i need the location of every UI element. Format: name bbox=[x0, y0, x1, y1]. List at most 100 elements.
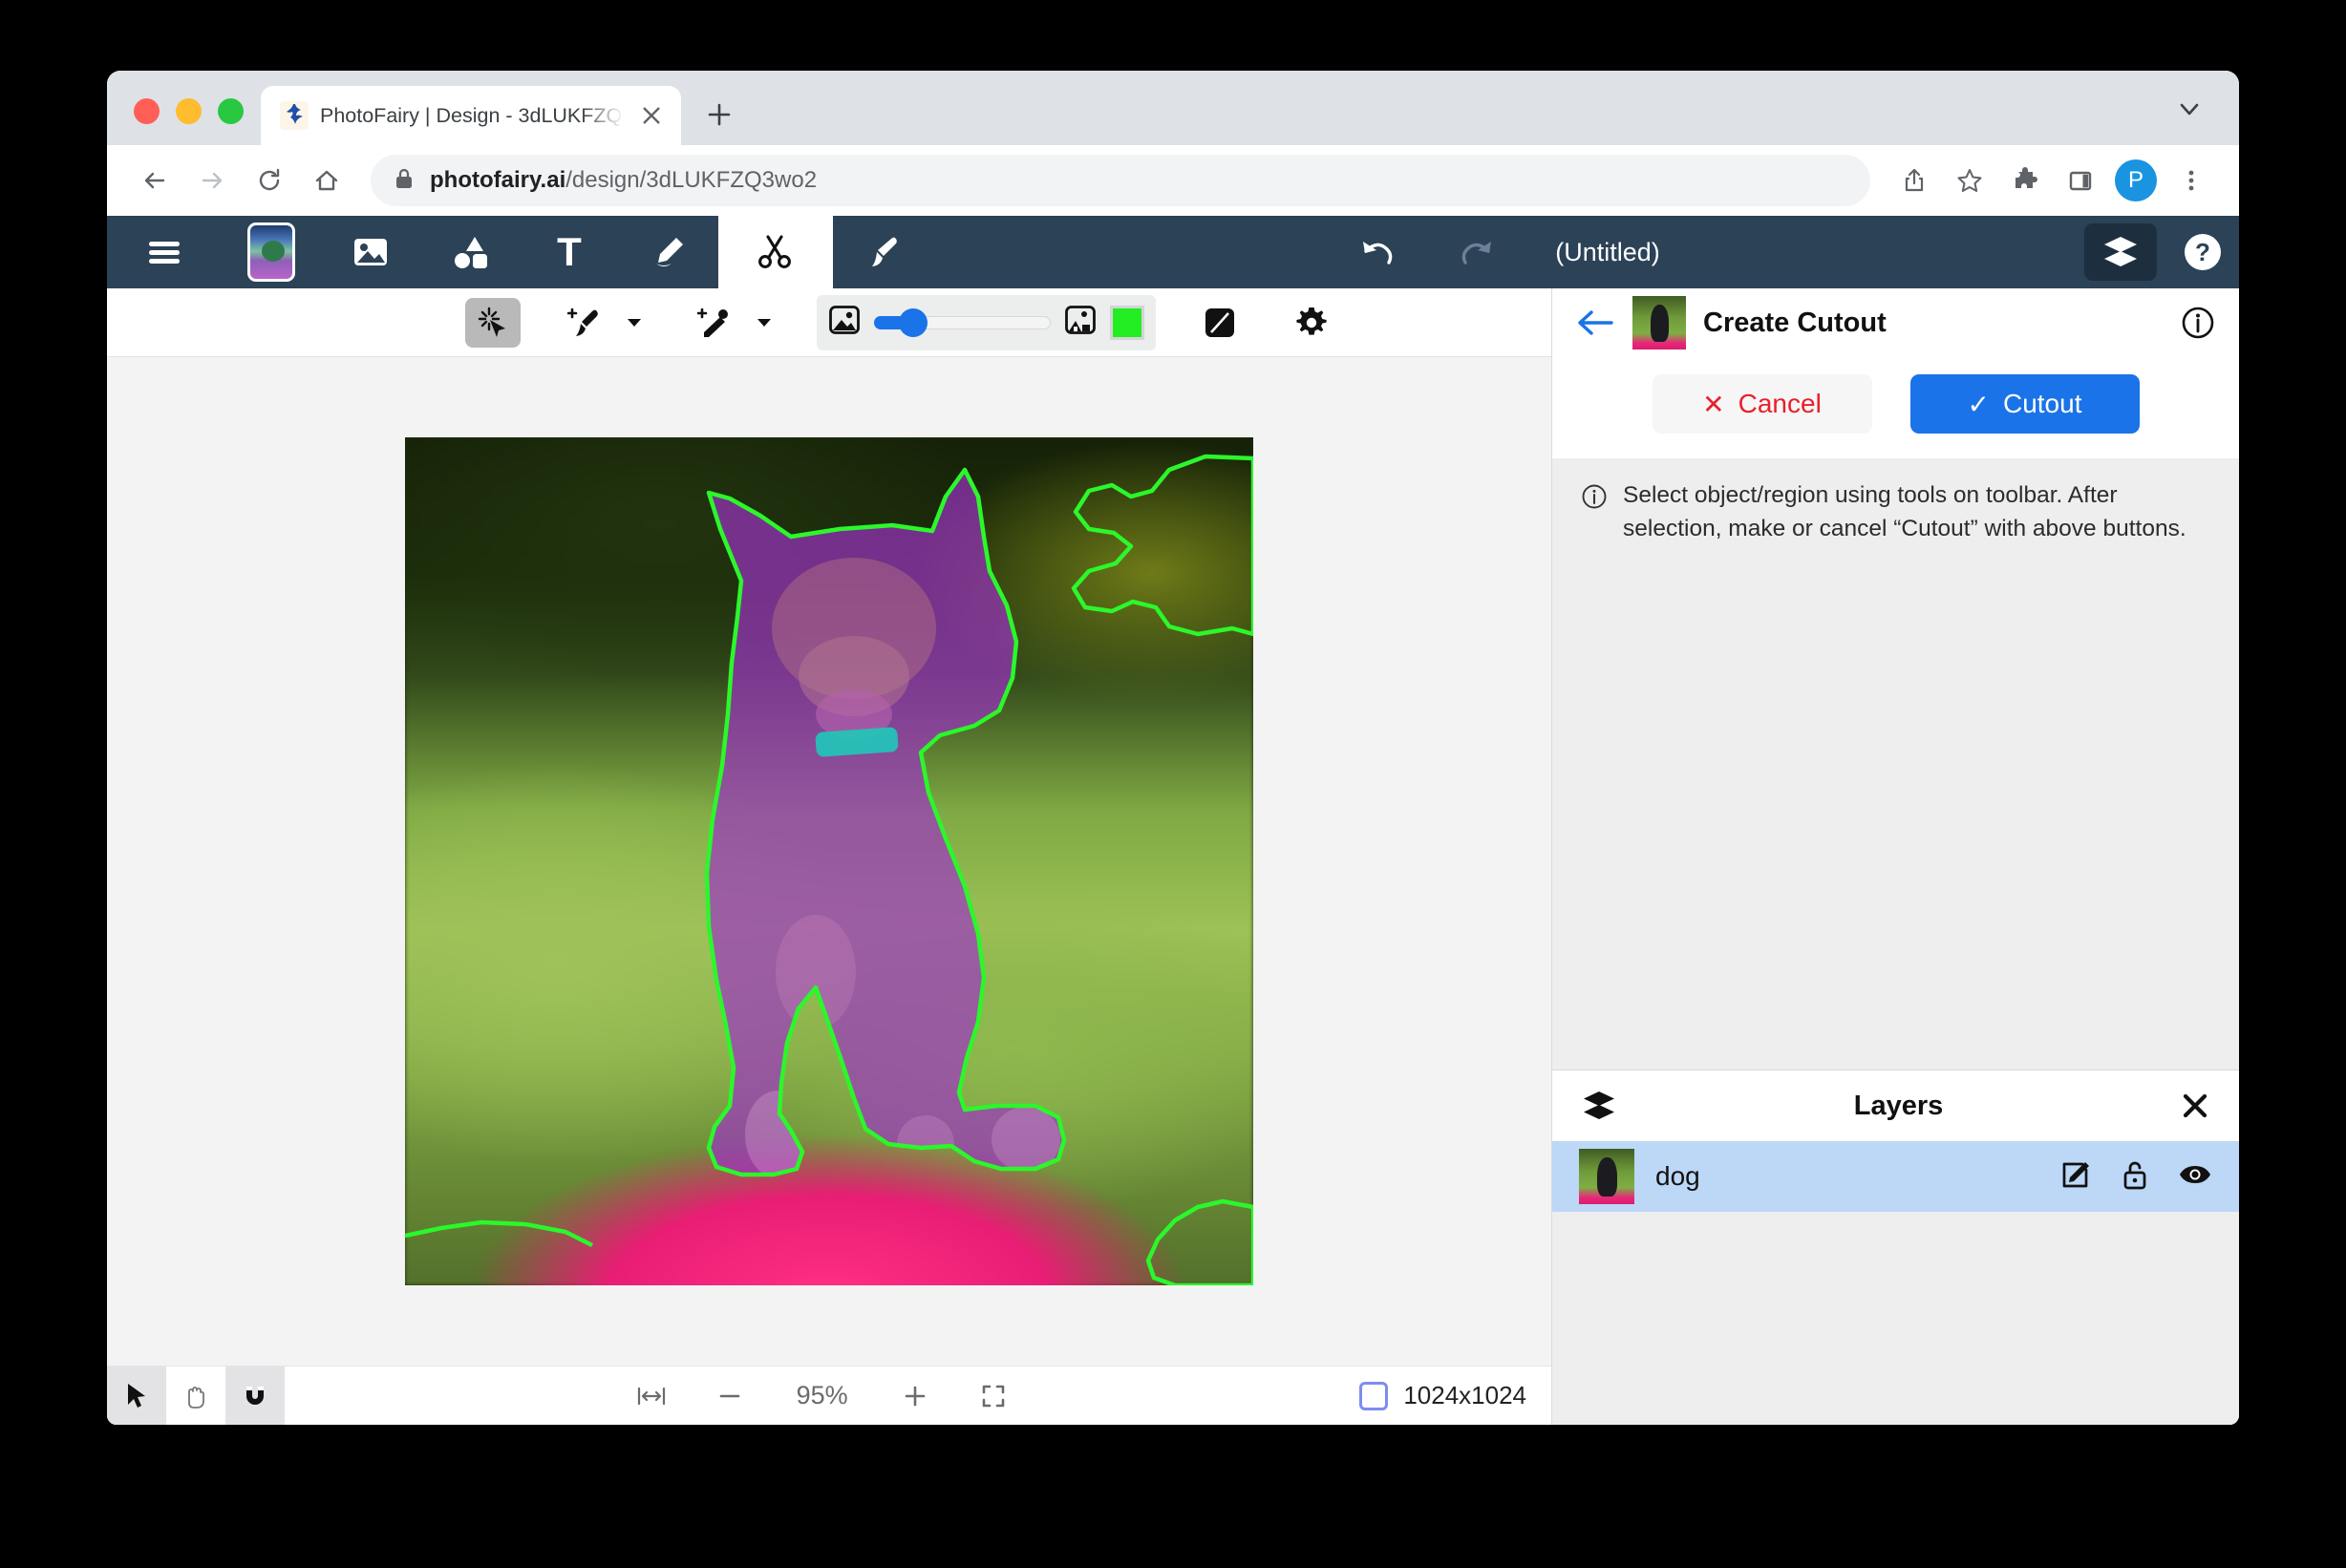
close-tab-button[interactable] bbox=[635, 99, 668, 132]
shapes-icon[interactable] bbox=[420, 216, 520, 288]
panel-hint: Select object/region using tools on tool… bbox=[1552, 458, 2239, 546]
info-circle-icon[interactable] bbox=[2180, 305, 2216, 341]
undo-icon[interactable] bbox=[1328, 216, 1427, 288]
url-path: /design/3dLUKFZQ3wo2 bbox=[565, 167, 818, 193]
browser-tab[interactable]: PhotoFairy | Design - 3dLUKFZQ3wo2 bbox=[261, 86, 681, 145]
maximize-window-button[interactable] bbox=[218, 98, 244, 124]
layers-title: Layers bbox=[1853, 1090, 1944, 1121]
chevron-down-icon-2[interactable] bbox=[748, 298, 780, 348]
add-brush-icon[interactable] bbox=[557, 298, 612, 348]
svg-text:?: ? bbox=[2195, 238, 2210, 266]
photofairy-logo-icon bbox=[280, 101, 309, 130]
fullscreen-icon[interactable] bbox=[964, 1367, 1023, 1426]
puzzle-icon[interactable] bbox=[1998, 154, 2052, 207]
back-arrow-icon[interactable] bbox=[1575, 307, 1615, 338]
slider-thumb[interactable] bbox=[898, 307, 928, 337]
gear-icon[interactable] bbox=[1284, 298, 1339, 348]
share-icon[interactable] bbox=[1887, 154, 1941, 207]
avatar[interactable]: P bbox=[2115, 159, 2157, 201]
kebab-menu-icon[interactable] bbox=[2165, 154, 2218, 207]
home-button[interactable] bbox=[300, 154, 353, 207]
edit-pencil-icon[interactable] bbox=[2059, 1158, 2092, 1196]
cutout-label: Cutout bbox=[2002, 389, 2082, 418]
layers-stack-icon[interactable] bbox=[2084, 223, 2157, 281]
hamburger-menu-icon[interactable] bbox=[107, 216, 222, 288]
zoom-level[interactable]: 95% bbox=[778, 1381, 866, 1410]
image-opacity-icon bbox=[828, 304, 861, 341]
image-icon[interactable] bbox=[321, 216, 420, 288]
check-icon: ✓ bbox=[1967, 389, 1990, 419]
layer-name: dog bbox=[1655, 1161, 1700, 1191]
mask-image-icon[interactable] bbox=[1064, 304, 1097, 341]
canvas-area[interactable] bbox=[107, 357, 1551, 1366]
canvas-size-box-icon bbox=[1359, 1381, 1389, 1410]
side-panel-icon[interactable] bbox=[2054, 154, 2107, 207]
tab-list-chevron-icon[interactable] bbox=[2163, 82, 2216, 136]
text-tool-label: T bbox=[557, 229, 582, 274]
text-tool[interactable]: T bbox=[520, 216, 619, 288]
back-button[interactable] bbox=[128, 154, 181, 207]
tab-strip: PhotoFairy | Design - 3dLUKFZQ3wo2 bbox=[107, 71, 2239, 145]
paint-brush-icon[interactable] bbox=[833, 216, 932, 288]
mask-color-swatch[interactable] bbox=[1110, 305, 1144, 340]
magic-select-icon[interactable] bbox=[465, 297, 521, 348]
cancel-button[interactable]: ✕ Cancel bbox=[1652, 374, 1872, 434]
toolbar-spacer-right bbox=[1689, 216, 2084, 288]
layers-stack-icon-panel bbox=[1581, 1089, 1617, 1123]
zoom-in-button[interactable] bbox=[885, 1367, 945, 1426]
chevron-down-icon[interactable] bbox=[618, 298, 650, 348]
help-circle-icon[interactable]: ? bbox=[2166, 216, 2239, 288]
unlock-icon[interactable] bbox=[2121, 1158, 2149, 1196]
table-row[interactable]: dog bbox=[1552, 1141, 2239, 1212]
address-bar-text: photofairy.ai/design/3dLUKFZQ3wo2 bbox=[430, 167, 817, 194]
ai-generate-thumbnail[interactable] bbox=[222, 216, 321, 288]
tab-title: PhotoFairy | Design - 3dLUKFZQ3wo2 bbox=[320, 103, 624, 127]
layer-actions bbox=[2059, 1158, 2212, 1196]
magnet-icon[interactable] bbox=[225, 1366, 285, 1425]
photofairy-app: T (Untitled) ? 95% 1024x1024 Create Cuto… bbox=[107, 216, 2239, 1425]
url-domain: photofairy.ai bbox=[430, 167, 566, 193]
scissors-icon[interactable] bbox=[718, 216, 833, 288]
cancel-label: Cancel bbox=[1738, 389, 1822, 418]
panel-hint-text: Select object/region using tools on tool… bbox=[1623, 482, 2186, 541]
canvas-size-label: 1024x1024 bbox=[1403, 1381, 1526, 1409]
fit-width-icon[interactable] bbox=[622, 1367, 681, 1426]
close-window-button[interactable] bbox=[134, 98, 160, 124]
browser-window: PhotoFairy | Design - 3dLUKFZQ3wo2 bbox=[107, 71, 2239, 1425]
eye-icon[interactable] bbox=[2178, 1161, 2212, 1193]
close-icon[interactable] bbox=[2180, 1091, 2210, 1121]
new-tab-button[interactable] bbox=[696, 92, 742, 138]
redo-icon[interactable] bbox=[1427, 216, 1526, 288]
rug-left-outline bbox=[405, 1219, 594, 1248]
reload-button[interactable] bbox=[243, 154, 296, 207]
minimize-window-button[interactable] bbox=[176, 98, 202, 124]
panel-header: Create Cutout bbox=[1552, 288, 2239, 357]
canvas-size-indicator[interactable]: 1024x1024 bbox=[1359, 1381, 1551, 1410]
selection-overlay bbox=[405, 454, 1253, 1285]
cutout-button[interactable]: ✓ Cutout bbox=[1909, 374, 2140, 434]
dog-layer-thumbnail bbox=[1579, 1149, 1634, 1204]
panel-title: Create Cutout bbox=[1703, 307, 1887, 338]
layers-header: Layers bbox=[1552, 1070, 2239, 1141]
zoom-controls: 95% bbox=[622, 1367, 1023, 1426]
hand-icon[interactable] bbox=[166, 1367, 225, 1426]
image-opacity-slider[interactable] bbox=[874, 307, 1051, 337]
star-icon[interactable] bbox=[1943, 154, 1996, 207]
invert-selection-icon[interactable] bbox=[1192, 298, 1248, 348]
image-opacity-group bbox=[817, 294, 1156, 350]
foliage-selection-outline bbox=[1071, 454, 1253, 637]
forward-button[interactable] bbox=[185, 154, 239, 207]
panel-body-spacer bbox=[1552, 546, 2239, 1070]
marker-pen-icon[interactable] bbox=[619, 216, 718, 288]
design-canvas[interactable] bbox=[405, 437, 1253, 1285]
generate-image-preview bbox=[247, 222, 295, 282]
cursor-arrow-icon[interactable] bbox=[107, 1366, 166, 1425]
add-eyedropper-icon[interactable] bbox=[687, 298, 742, 348]
zoom-out-button[interactable] bbox=[700, 1367, 759, 1426]
panel-actions: ✕ Cancel ✓ Cutout bbox=[1552, 357, 2239, 458]
address-bar[interactable]: photofairy.ai/design/3dLUKFZQ3wo2 bbox=[371, 155, 1870, 206]
rug-selection-outline bbox=[1145, 1198, 1253, 1285]
document-title[interactable]: (Untitled) bbox=[1526, 216, 1689, 288]
layers-panel: Layers dog bbox=[1552, 1070, 2239, 1425]
dog-thumbnail bbox=[1632, 296, 1686, 350]
